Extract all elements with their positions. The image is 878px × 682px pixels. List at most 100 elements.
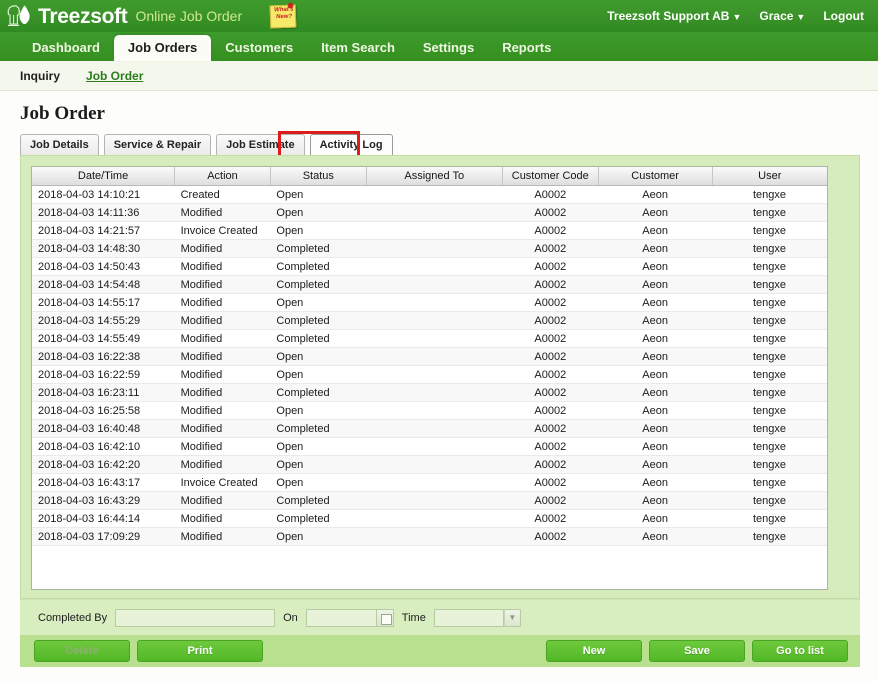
column-header-action[interactable]: Action xyxy=(174,167,271,186)
cell-user: tengxe xyxy=(712,293,827,312)
sub-navigation: Inquiry Job Order xyxy=(0,61,878,91)
cell-action: Modified xyxy=(174,257,271,276)
column-header-user[interactable]: User xyxy=(712,167,827,186)
table-row[interactable]: 2018-04-03 16:44:14 Modified Completed A000… xyxy=(32,509,827,528)
table-row[interactable]: 2018-04-03 14:21:57 Invoice Created Open A0… xyxy=(32,221,827,240)
activity-log-grid-container: Date/Time Action Status Assigned To Cust… xyxy=(31,166,828,590)
table-row[interactable]: 2018-04-03 16:22:38 Modified Open A0002 Aeon… xyxy=(32,347,827,366)
table-row[interactable]: 2018-04-03 17:09:29 Modified Open A0002 Aeon… xyxy=(32,527,827,546)
column-header-datetime[interactable]: Date/Time xyxy=(32,167,176,186)
cell-assigned-to xyxy=(366,491,503,510)
cell-user: tengxe xyxy=(712,221,827,240)
column-header-customer-code[interactable]: Customer Code xyxy=(502,167,599,186)
table-row[interactable]: 2018-04-03 14:10:21 Created Open A0002 Aeon t… xyxy=(32,185,827,204)
table-row[interactable]: 2018-04-03 16:22:59 Modified Open A0002 Aeon… xyxy=(32,365,827,384)
table-row[interactable]: 2018-04-03 16:40:48 Modified Completed A000… xyxy=(32,419,827,438)
cell-action: Modified xyxy=(174,347,271,366)
tab-service-and-repair[interactable]: Service & Repair xyxy=(103,133,212,155)
cell-customer: Aeon xyxy=(598,491,713,510)
cell-status: Completed xyxy=(270,257,367,276)
tab-job-details[interactable]: Job Details xyxy=(20,133,99,155)
cell-customer-code: A0002 xyxy=(502,455,599,474)
table-row[interactable]: 2018-04-03 14:11:36 Modified Open A0002 Aeon… xyxy=(32,203,827,222)
whats-new-label: What's New? xyxy=(271,7,297,22)
cell-user: tengxe xyxy=(712,347,827,366)
column-header-customer[interactable]: Customer xyxy=(598,167,713,186)
cell-assigned-to xyxy=(366,185,503,204)
nav-item-customers[interactable]: Customers xyxy=(211,36,307,61)
page-title: Job Order xyxy=(20,103,105,124)
cell-action: Modified xyxy=(174,527,271,546)
subnav-item-job-order[interactable]: Job Order xyxy=(86,69,143,83)
cell-action: Modified xyxy=(174,311,271,330)
table-row[interactable]: 2018-04-03 14:50:43 Modified Completed A000… xyxy=(32,257,827,276)
cell-assigned-to xyxy=(366,203,503,222)
cell-status: Completed xyxy=(270,491,367,510)
cell-assigned-to xyxy=(366,221,503,240)
table-row[interactable]: 2018-04-03 14:55:49 Modified Completed A000… xyxy=(32,329,827,348)
logout-link[interactable]: Logout xyxy=(823,9,864,23)
table-row[interactable]: 2018-04-03 16:42:10 Modified Open A0002 Aeon… xyxy=(32,437,827,456)
nav-item-settings[interactable]: Settings xyxy=(409,36,488,61)
nav-item-reports[interactable]: Reports xyxy=(488,36,565,61)
nav-item-dashboard[interactable]: Dashboard xyxy=(18,36,114,61)
tab-job-estimate[interactable]: Job Estimate xyxy=(216,133,305,155)
cell-assigned-to xyxy=(366,293,503,312)
chevron-down-icon[interactable]: ▼ xyxy=(503,608,521,627)
cell-status: Open xyxy=(270,455,367,474)
table-row[interactable]: 2018-04-03 16:43:17 Invoice Created Open A0… xyxy=(32,473,827,492)
cell-status: Open xyxy=(270,293,367,312)
cell-action: Modified xyxy=(174,203,271,222)
cell-status: Open xyxy=(270,473,367,492)
cell-datetime: 2018-04-03 14:55:29 xyxy=(32,311,175,330)
cell-user: tengxe xyxy=(712,401,827,420)
page-body: Job Order Job Details Service & Repair J… xyxy=(0,91,878,682)
nav-item-item-search[interactable]: Item Search xyxy=(307,36,409,61)
table-row[interactable]: 2018-04-03 14:55:29 Modified Completed A000… xyxy=(32,311,827,330)
cell-user: tengxe xyxy=(712,257,827,276)
column-header-status[interactable]: Status xyxy=(270,167,367,186)
delete-button[interactable]: Delete xyxy=(34,640,130,662)
cell-customer: Aeon xyxy=(598,257,713,276)
cell-status: Open xyxy=(270,185,367,204)
table-row[interactable]: 2018-04-03 16:42:20 Modified Open A0002 Aeon… xyxy=(32,455,827,474)
company-name: Treezsoft Support AB xyxy=(607,9,730,23)
whats-new-sticky-note-icon[interactable]: What's New? xyxy=(268,2,298,30)
cell-datetime: 2018-04-03 16:25:58 xyxy=(32,401,175,420)
on-date-input[interactable] xyxy=(305,608,376,627)
column-header-assigned-to[interactable]: Assigned To xyxy=(366,167,503,186)
cell-action: Invoice Created xyxy=(174,221,271,240)
tab-activity-log[interactable]: Activity Log xyxy=(309,133,393,155)
table-row[interactable]: 2018-04-03 14:55:17 Modified Open A0002 Aeon… xyxy=(32,293,827,312)
cell-user: tengxe xyxy=(712,437,827,456)
company-selector[interactable]: Treezsoft Support AB ▼ xyxy=(607,9,741,23)
completed-by-input[interactable] xyxy=(115,608,276,627)
cell-customer-code: A0002 xyxy=(502,221,599,240)
go-to-list-button[interactable]: Go to list xyxy=(752,640,848,662)
table-row[interactable]: 2018-04-03 16:23:11 Modified Completed A000… xyxy=(32,383,827,402)
cell-action: Modified xyxy=(174,437,271,456)
cell-customer: Aeon xyxy=(598,419,713,438)
print-button[interactable]: Print xyxy=(137,640,263,662)
table-row[interactable]: 2018-04-03 16:43:29 Modified Completed A000… xyxy=(32,491,827,510)
brand-logo[interactable]: Treezsoft xyxy=(6,3,128,29)
table-row[interactable]: 2018-04-03 14:54:48 Modified Completed A000… xyxy=(32,275,827,294)
cell-action: Modified xyxy=(174,419,271,438)
brand-name: Treezsoft xyxy=(38,4,128,28)
cell-user: tengxe xyxy=(712,491,827,510)
nav-item-job-orders[interactable]: Job Orders xyxy=(113,34,212,61)
cell-user: tengxe xyxy=(712,455,827,474)
calendar-icon[interactable] xyxy=(375,608,394,627)
cell-datetime: 2018-04-03 14:54:48 xyxy=(32,275,175,294)
cell-status: Completed xyxy=(270,311,367,330)
table-row[interactable]: 2018-04-03 14:48:30 Modified Completed A000… xyxy=(32,239,827,258)
time-input[interactable] xyxy=(433,608,504,627)
cell-user: tengxe xyxy=(712,365,827,384)
subnav-item-inquiry[interactable]: Inquiry xyxy=(20,69,60,83)
user-menu[interactable]: Grace ▼ xyxy=(759,9,805,23)
cell-customer: Aeon xyxy=(598,455,713,474)
save-button[interactable]: Save xyxy=(649,640,745,662)
new-button[interactable]: New xyxy=(546,640,642,662)
job-order-tabstrip: Job Details Service & Repair Job Estimat… xyxy=(20,131,860,159)
table-row[interactable]: 2018-04-03 16:25:58 Modified Open A0002 Aeon… xyxy=(32,401,827,420)
